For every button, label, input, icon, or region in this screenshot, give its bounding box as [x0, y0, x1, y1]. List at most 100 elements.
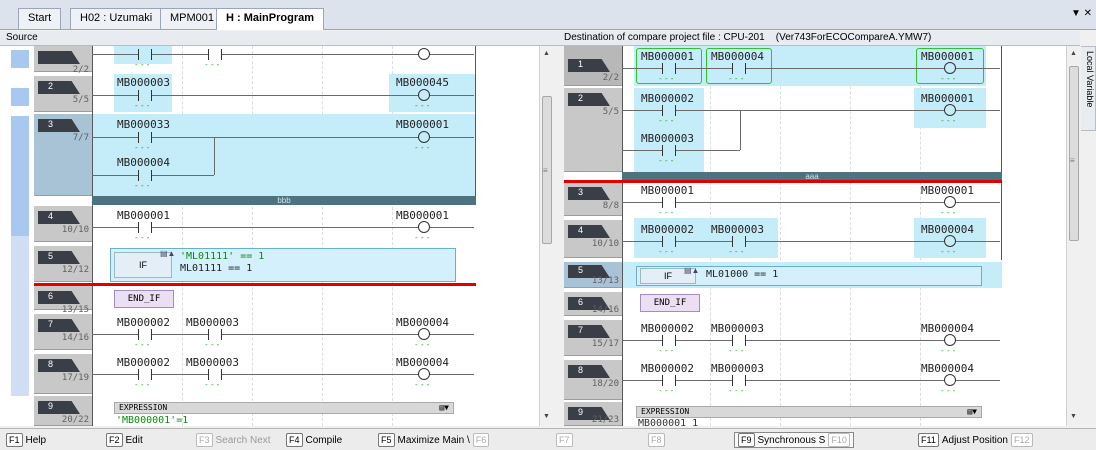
contact-symbol[interactable]: [662, 335, 676, 346]
rung-header-5[interactable]: 5 13/13: [564, 262, 622, 288]
contact-symbol[interactable]: [138, 222, 152, 233]
contact-symbol[interactable]: [732, 375, 746, 386]
f10-key-cap[interactable]: F10: [828, 433, 850, 447]
contact-symbol[interactable]: [662, 197, 676, 208]
coil-symbol[interactable]: [418, 131, 430, 143]
expression-header: EXPRESSION ▤▼: [114, 402, 454, 414]
contact-symbol[interactable]: [732, 63, 746, 74]
contact-symbol[interactable]: [662, 105, 676, 116]
contact-symbol[interactable]: [208, 369, 222, 380]
f1-help-button[interactable]: F1 Help: [6, 432, 46, 448]
rung-header-8[interactable]: 8 17/19: [34, 354, 92, 394]
rung-header-6[interactable]: 6 14/16: [564, 292, 622, 316]
rung-step: 12/12: [61, 265, 89, 275]
f12-key-cap[interactable]: F12: [1011, 433, 1033, 447]
contact-symbol[interactable]: [138, 329, 152, 340]
if-expression: ML01111 == 1: [180, 263, 253, 274]
f9-synchronous-scroll-button[interactable]: F9 Synchronous S F10: [734, 432, 854, 448]
contact-label: MB000002: [641, 223, 694, 236]
f8-button[interactable]: F8: [648, 432, 665, 448]
f7-button[interactable]: F7: [556, 432, 573, 448]
contact-symbol[interactable]: [662, 236, 676, 247]
local-variable-side-tab[interactable]: Local Variable: [1080, 46, 1096, 131]
rung-header-4[interactable]: 4 10/10: [564, 220, 622, 258]
expression-text: MB000001 1: [638, 418, 699, 426]
expand-icon[interactable]: ▤▼: [967, 407, 977, 416]
end-if-block[interactable]: END_IF: [114, 290, 174, 308]
rung-header-3[interactable]: 3 7/7: [34, 114, 92, 196]
f6-key-cap[interactable]: F6: [472, 433, 490, 447]
coil-symbol[interactable]: [944, 196, 956, 208]
tab-mpm001[interactable]: MPM001: [160, 8, 225, 29]
coil-label: MB000004: [921, 362, 974, 375]
f9-key-cap: F9: [738, 433, 755, 447]
f2-edit-button[interactable]: F2 Edit: [106, 432, 143, 448]
coil-symbol[interactable]: [944, 104, 956, 116]
contact-symbol[interactable]: [732, 236, 746, 247]
power-rail: [622, 46, 623, 426]
rung-header-9[interactable]: 9 21/23: [564, 402, 622, 426]
coil-symbol[interactable]: [418, 221, 430, 233]
difference-separator: bbb: [92, 196, 476, 205]
f5-maximize-main-button[interactable]: F5 Maximize Main \ F6: [378, 432, 490, 448]
rung-number: 8: [38, 359, 80, 372]
expand-icon[interactable]: ▤▲: [684, 266, 699, 275]
rung-header-2[interactable]: 2 5/5: [564, 88, 622, 172]
contact-symbol[interactable]: [138, 132, 152, 143]
destination-ladder-pane[interactable]: 1 2/2 2 5/5 3 8/8 4 10/10 5 13/13 6 14/16 7 15/…: [564, 46, 1066, 426]
contact-symbol[interactable]: [138, 170, 152, 181]
coil-symbol[interactable]: [418, 328, 430, 340]
rung-header-2[interactable]: 2 5/5: [34, 76, 92, 112]
contact-symbol[interactable]: [662, 375, 676, 386]
contact-label: MB000001: [641, 50, 694, 63]
rung-step: 13/13: [591, 276, 619, 286]
f11-adjust-position-button[interactable]: F11 Adjust Position F12: [918, 432, 1033, 448]
contact-symbol[interactable]: [138, 49, 152, 60]
contact-label: MB000002: [117, 356, 170, 369]
rung-header-7[interactable]: 7 14/16: [34, 314, 92, 350]
rung-header-3[interactable]: 3 8/8: [564, 182, 622, 216]
difference-overview-gutter[interactable]: [0, 46, 34, 426]
rung-header-9[interactable]: 9 20/22: [34, 396, 92, 426]
rung-step: 14/16: [591, 305, 619, 315]
f9-label: Synchronous S: [757, 434, 826, 446]
rung-header-6[interactable]: 6 13/15: [34, 286, 92, 315]
rung-header-5[interactable]: 5 12/12: [34, 246, 92, 282]
tab-h02-uzumaki[interactable]: H02 : Uzumaki: [70, 8, 163, 29]
contact-symbol[interactable]: [138, 90, 152, 101]
coil-symbol[interactable]: [418, 48, 430, 60]
contact-symbol[interactable]: [662, 145, 676, 156]
rung-step: 15/17: [591, 339, 619, 349]
contact-symbol[interactable]: [662, 63, 676, 74]
contact-symbol[interactable]: [208, 49, 222, 60]
rung-header-1[interactable]: 1 2/2: [564, 46, 622, 86]
coil-symbol[interactable]: [418, 89, 430, 101]
coil-symbol[interactable]: [418, 368, 430, 380]
coil-symbol[interactable]: [944, 334, 956, 346]
source-vertical-scrollbar[interactable]: ▲ ≡ ▼: [539, 46, 554, 426]
end-if-block[interactable]: END_IF: [640, 294, 700, 312]
rung-header-4[interactable]: 4 10/10: [34, 206, 92, 242]
contact-symbol[interactable]: [138, 369, 152, 380]
f1-key-cap: F1: [6, 433, 23, 447]
f2-key-cap: F2: [106, 433, 123, 447]
contact-label: MB000002: [641, 362, 694, 375]
coil-symbol[interactable]: [944, 62, 956, 74]
dropdown-close-icon[interactable]: ▼ ✕: [1071, 8, 1092, 19]
destination-vertical-scrollbar[interactable]: ▲ ≡ ▼: [1066, 46, 1081, 426]
rung-step: 5/5: [602, 107, 619, 117]
contact-symbol[interactable]: [732, 335, 746, 346]
f3-search-next-button[interactable]: F3 Search Next: [196, 432, 271, 448]
f4-compile-button[interactable]: F4 Compile: [286, 432, 342, 448]
expand-icon[interactable]: ▤▼: [439, 403, 449, 412]
rung-header-7[interactable]: 7 15/17: [564, 320, 622, 356]
tab-start[interactable]: Start: [18, 8, 62, 29]
expand-icon[interactable]: ▤▲: [160, 249, 175, 258]
tab-main-program[interactable]: H : MainProgram: [216, 8, 325, 30]
contact-symbol[interactable]: [208, 329, 222, 340]
rung-header-8[interactable]: 8 18/20: [564, 360, 622, 400]
rung-header-1[interactable]: 2/2: [34, 46, 92, 75]
coil-symbol[interactable]: [944, 235, 956, 247]
source-ladder-pane[interactable]: 2/2 2 5/5 3 7/7 4 10/10 5 12/12 6 13/15 7 14/1…: [34, 46, 539, 426]
coil-symbol[interactable]: [944, 374, 956, 386]
